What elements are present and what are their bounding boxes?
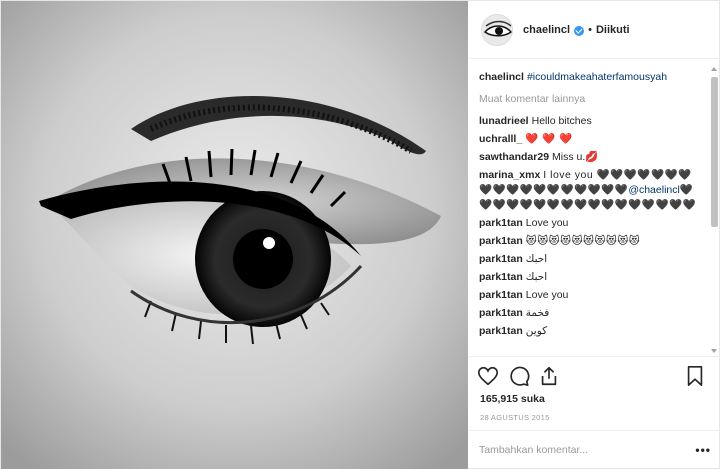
comment-username[interactable]: park1tan	[479, 289, 523, 301]
caption-username[interactable]: chaelincl	[479, 71, 524, 83]
share-icon[interactable]	[538, 365, 560, 387]
post-actions: 165,915 suka 28 AGUSTUS 2015 •••	[469, 356, 720, 468]
comment: park1tan 😻😻😻😻😻😻😻😻😻😻	[479, 234, 720, 249]
separator-dot: •	[588, 23, 592, 36]
caption: chaelincl #icouldmakeahaterfamousyah	[479, 70, 720, 85]
author-username[interactable]: chaelincl	[523, 24, 570, 36]
caption-hashtag[interactable]: #icouldmakeahaterfamousyah	[527, 71, 667, 83]
comment-text: كوين	[525, 325, 548, 337]
comment: park1tan فخمة	[479, 306, 720, 321]
bookmark-icon[interactable]	[684, 365, 706, 387]
instagram-post: chaelincl • Diikuti chaelincl #icouldmake…	[0, 0, 720, 469]
scroll-down-arrow-icon[interactable]	[711, 349, 717, 353]
post-sidebar: chaelincl • Diikuti chaelincl #icouldmake…	[469, 1, 720, 469]
follow-status-button[interactable]: Diikuti	[596, 24, 630, 36]
heart-icon[interactable]	[477, 365, 499, 387]
comment-text: 😻😻😻😻😻😻😻😻😻😻	[525, 235, 641, 247]
comment-username[interactable]: sawthandar29	[479, 151, 549, 163]
add-comment-input[interactable]	[479, 443, 696, 456]
post-date: 28 AGUSTUS 2015	[480, 413, 550, 422]
action-icons	[469, 357, 720, 391]
comment-username[interactable]: park1tan	[479, 325, 523, 337]
comment: park1tan احبك	[479, 270, 720, 285]
comment-text: احبك	[525, 271, 548, 283]
post-header: chaelincl • Diikuti	[469, 1, 720, 59]
comment-username[interactable]: park1tan	[479, 235, 523, 247]
comment-username[interactable]: uchralll_	[479, 133, 522, 145]
comment-username[interactable]: park1tan	[479, 271, 523, 283]
verified-badge-icon	[574, 25, 585, 36]
comment-icon[interactable]	[508, 365, 530, 387]
comment: park1tan Love you	[479, 288, 720, 303]
comment-text: فخمة	[525, 307, 550, 319]
comment-text: احبك	[525, 253, 548, 265]
comment-username[interactable]: lunadrieel	[479, 115, 529, 127]
comment-username[interactable]: marina_xmx	[479, 169, 540, 181]
likes-count[interactable]: 165,915 suka	[480, 393, 545, 405]
comment-text: Hello bitches	[531, 115, 592, 127]
comments-list[interactable]: chaelincl #icouldmakeahaterfamousyah Muat…	[469, 60, 720, 356]
comment-text: Miss u.💋	[552, 151, 599, 163]
comment-username[interactable]: park1tan	[479, 217, 523, 229]
scroll-up-arrow-icon[interactable]	[711, 67, 717, 71]
post-image[interactable]	[1, 1, 468, 469]
scrollbar-thumb[interactable]	[711, 77, 718, 227]
comment: marina_xmx I love you 🖤🖤🖤🖤🖤🖤🖤🖤🖤🖤🖤🖤🖤🖤🖤🖤🖤🖤@…	[479, 168, 720, 213]
comment: uchralll_ ❤️ ❤️ ❤️	[479, 132, 720, 147]
load-more-comments-button[interactable]: Muat komentar lainnya	[479, 93, 720, 105]
comment-text: ❤️ ❤️ ❤️	[525, 133, 573, 145]
comment: lunadrieel Hello bitches	[479, 114, 720, 129]
comment-username[interactable]: park1tan	[479, 253, 523, 265]
comment: sawthandar29 Miss u.💋	[479, 150, 720, 165]
avatar-eye-icon	[482, 14, 512, 45]
comment: park1tan احبك	[479, 252, 720, 267]
comment: park1tan كوين	[479, 324, 720, 339]
avatar[interactable]	[481, 13, 513, 46]
comment-text: Love you	[525, 217, 569, 229]
eye-image	[1, 1, 468, 469]
comment-username[interactable]: park1tan	[479, 307, 523, 319]
comment: park1tan Love you	[479, 216, 720, 231]
comments-scrollbar[interactable]	[710, 65, 719, 355]
comment-mention[interactable]: @chaelincl	[628, 184, 680, 196]
comment-text: Love you	[525, 289, 569, 301]
add-comment-bar: •••	[469, 430, 720, 468]
more-options-icon[interactable]: •••	[695, 443, 711, 457]
